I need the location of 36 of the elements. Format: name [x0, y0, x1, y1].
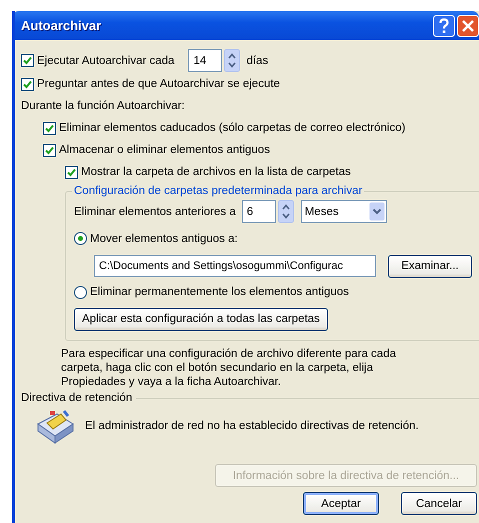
- spinner-arrows-icon[interactable]: [278, 200, 294, 223]
- radio-option[interactable]: Mover elementos antiguos a:: [74, 225, 472, 252]
- section-label: Directiva de retención: [21, 392, 132, 404]
- section-label: Durante la función Autoarchivar:: [21, 100, 185, 112]
- radio-button[interactable]: [74, 232, 87, 245]
- help-icon[interactable]: [433, 14, 455, 36]
- dropdown-caret-icon[interactable]: [368, 202, 385, 221]
- info-paragraph: Para especificar una configuración de archivo diferente para cada carpeta, haga clic con el botón secundario en la carpeta, elija Propiedades y vaya a la ficha Autoarchivar.: [61, 347, 397, 389]
- spinner-arrows-icon[interactable]: [224, 49, 240, 72]
- dialog-button[interactable]: Cancelar: [401, 492, 477, 515]
- period-dropdown[interactable]: Meses: [300, 200, 387, 223]
- checkbox-option[interactable]: Almacenar o eliminar elementos antiguos: [43, 144, 270, 156]
- checkbox-option[interactable]: Preguntar antes de que Autoarchivar se ejecute: [21, 78, 280, 90]
- dialog-button[interactable]: Aceptar: [303, 492, 379, 515]
- unit-label: días: [246, 54, 268, 66]
- radio-option[interactable]: Eliminar permanentemente los elementos antiguos: [74, 280, 472, 304]
- apply-button[interactable]: Aplicar esta configuración a todas las carpetas: [74, 308, 328, 330]
- checkbox[interactable]: [65, 166, 78, 178]
- checkbox-option[interactable]: Mostrar la carpeta de archivos en la lista de carpetas: [65, 166, 351, 178]
- archive-box-icon: [35, 408, 75, 444]
- close-icon[interactable]: [457, 14, 479, 36]
- checkbox[interactable]: [43, 144, 56, 156]
- checkbox[interactable]: [43, 122, 56, 134]
- retention-message: El administrador de red no ha establecido directivas de retención.: [85, 420, 419, 432]
- checkbox[interactable]: [21, 54, 34, 67]
- field-label: Eliminar elementos anteriores a: [74, 206, 236, 218]
- browse-button[interactable]: Examinar...: [388, 254, 472, 278]
- path-field[interactable]: C:\Documents and Settings\osogummi\Configurac: [94, 255, 376, 277]
- days-field[interactable]: 14: [188, 49, 222, 72]
- group-title: Configuración de carpetas predeterminada para archivar: [73, 185, 364, 197]
- age-field[interactable]: 6: [242, 200, 276, 223]
- checkbox[interactable]: [21, 78, 34, 90]
- window-title: Autoarchivar: [21, 18, 102, 33]
- checkbox-option[interactable]: Ejecutar Autoarchivar cada: [21, 54, 174, 67]
- radio-button[interactable]: [74, 286, 87, 298]
- checkbox-option[interactable]: Eliminar elementos caducados (sólo carpetas de correo electrónico): [43, 122, 406, 134]
